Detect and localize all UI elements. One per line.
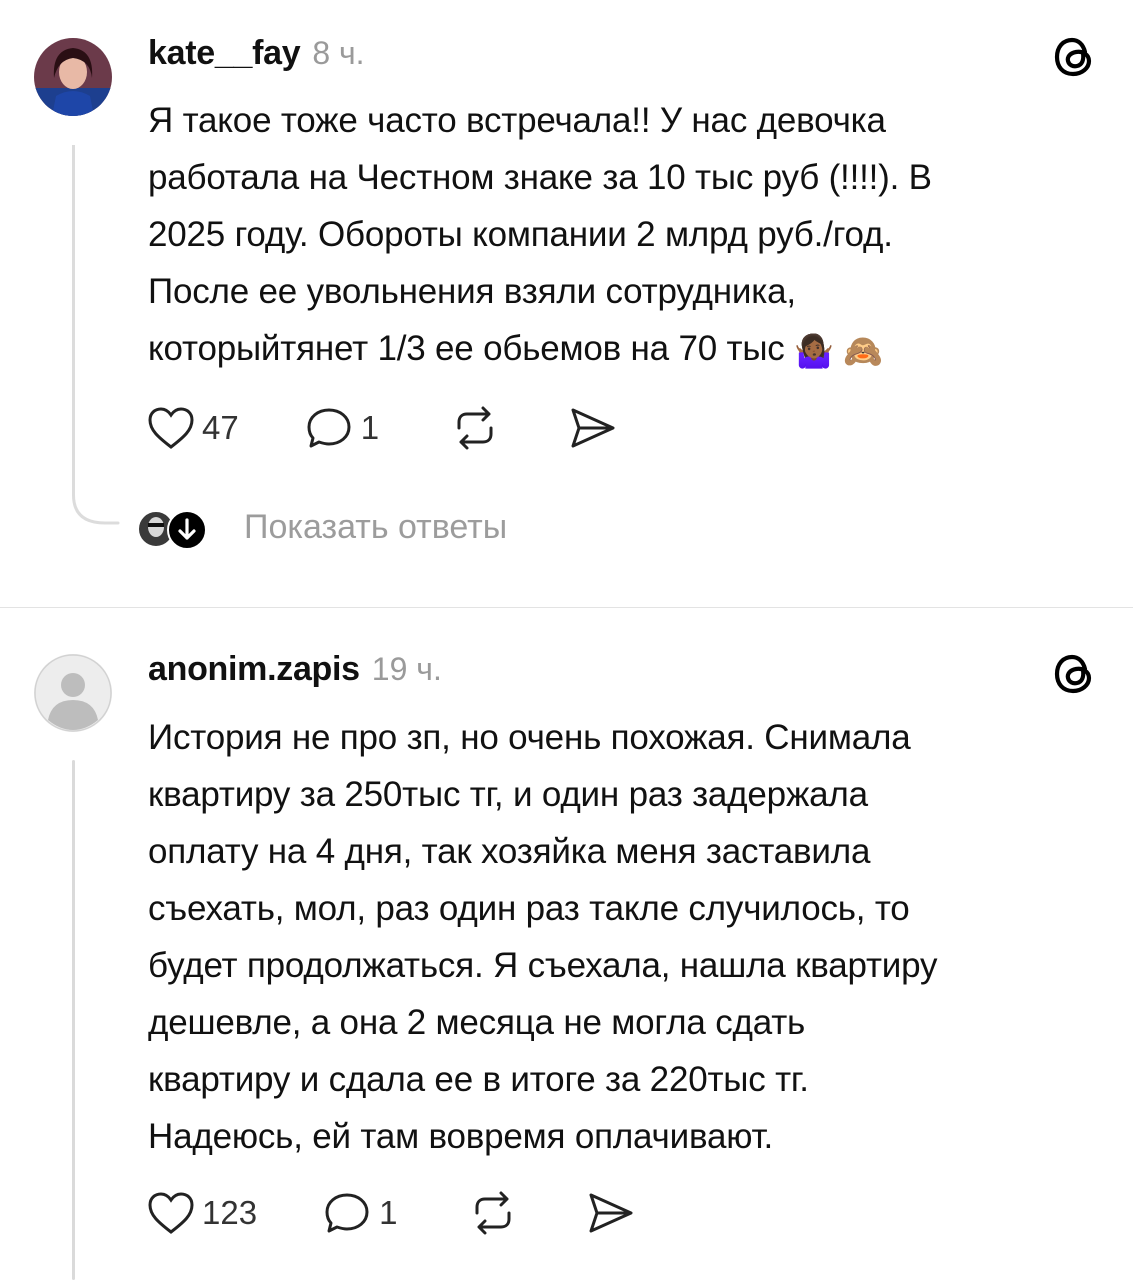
repost-button[interactable] [449, 404, 501, 452]
thread-connector [72, 760, 75, 1280]
text-line: оплату на 4 дня, так хозяйка меня застав… [148, 832, 871, 871]
comment-icon [325, 1193, 369, 1233]
heart-icon [148, 1192, 194, 1234]
text-line: будет продолжаться. Я съехала, нашла ква… [148, 946, 938, 985]
text-line: работала на Честном знаке за 10 тыс руб … [148, 158, 932, 197]
text-line: Надеюсь, ей там вовремя оплачивают. [148, 1117, 773, 1156]
emoji-see-no-evil-monkey: 🙈 [843, 333, 883, 369]
timestamp: 19 ч. [371, 651, 442, 687]
repost-icon [475, 1191, 511, 1235]
username[interactable]: anonim.zapis [148, 650, 360, 689]
like-count: 47 [202, 409, 239, 446]
reply-count: 1 [379, 1194, 398, 1231]
like-count: 123 [202, 1194, 258, 1231]
emoji-shrug: 🤷🏾‍♀️ [794, 333, 834, 369]
reply-button[interactable]: 1 [323, 1189, 397, 1237]
reply-count: 1 [360, 409, 380, 446]
replier-avatars[interactable] [136, 509, 212, 550]
threads-replies-feed: kate__fay 8 ч. Я такое тоже часто встреч… [0, 0, 1133, 1280]
repost-button[interactable] [467, 1189, 519, 1237]
comment-icon [307, 408, 351, 448]
threads-logo-icon[interactable] [1050, 33, 1098, 81]
repost-icon [457, 406, 493, 450]
text-line-content: которыйтянет 1/3 ее обьемов на 70 тыс [148, 329, 785, 368]
timestamp: 8 ч. [312, 35, 365, 71]
text-line: После ее увольнения взяли сотрудника, [148, 272, 796, 311]
reply-button[interactable]: 1 [305, 404, 379, 452]
share-button[interactable] [567, 404, 619, 452]
post-anonim-zapis: anonim.zapis 19 ч. История не про зп, но… [0, 608, 1133, 1280]
like-button[interactable]: 123 [146, 1190, 257, 1236]
text-line: Я такое тоже часто встречала!! У нас дев… [148, 101, 886, 140]
action-bar: 123 1 [146, 1188, 637, 1238]
text-line: История не про зп, но очень похожая. Сни… [148, 718, 911, 757]
avatar[interactable] [34, 38, 112, 116]
like-button[interactable]: 47 [146, 405, 239, 451]
post-header: kate__fay 8 ч. [148, 34, 365, 74]
share-button[interactable] [585, 1189, 637, 1237]
arrow-down-icon [167, 510, 207, 550]
username[interactable]: kate__fay [148, 34, 301, 73]
post-text: Я такое тоже часто встречала!! У нас дев… [148, 92, 1108, 380]
avatar[interactable] [34, 654, 112, 732]
action-bar: 47 1 [146, 403, 619, 453]
text-line: 2025 году. Обороты компании 2 млрд руб./… [148, 215, 893, 254]
text-line: съехать, мол, раз один раз такле случило… [148, 889, 910, 928]
post-kate-fay: kate__fay 8 ч. Я такое тоже часто встреч… [0, 0, 1133, 607]
text-line: дешевле, а она 2 месяца не могла сдать [148, 1003, 806, 1042]
threads-logo-icon[interactable] [1050, 650, 1098, 698]
post-header: anonim.zapis 19 ч. [148, 650, 442, 690]
text-line: квартиру за 250тыс тг, и один раз задерж… [148, 775, 868, 814]
post-text: История не про зп, но очень похожая. Сни… [148, 709, 1108, 1165]
share-icon [589, 1193, 633, 1233]
text-line: которыйтянет 1/3 ее обьемов на 70 тыс 🤷🏾… [148, 320, 1108, 380]
heart-icon [148, 407, 194, 449]
share-icon [571, 408, 615, 448]
thread-connector [72, 145, 120, 525]
show-replies-link[interactable]: Показать ответы [244, 508, 507, 547]
text-line: квартиру и сдала ее в итоге за 220тыс тг… [148, 1060, 809, 1099]
